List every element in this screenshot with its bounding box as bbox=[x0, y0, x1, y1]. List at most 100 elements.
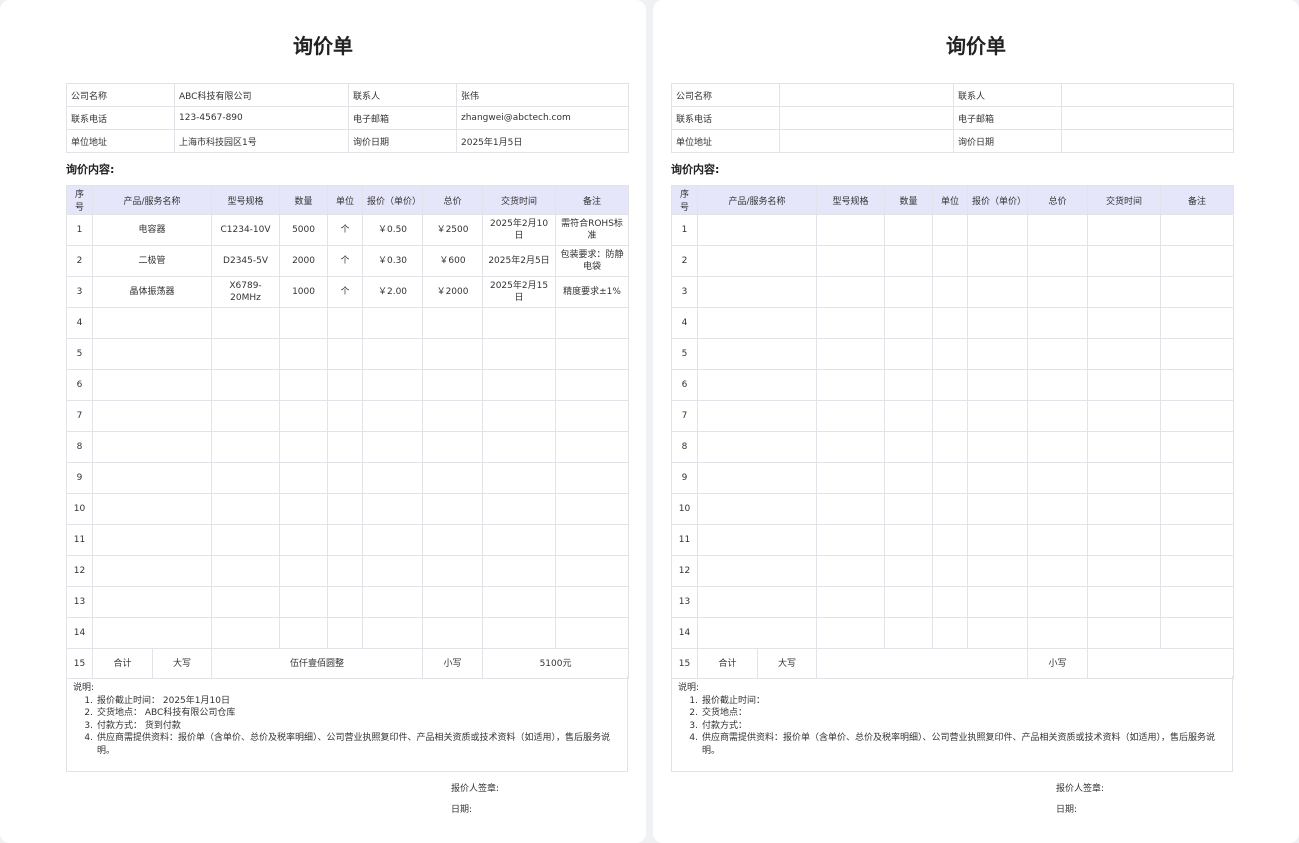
email-value[interactable]: zhangwei@abctech.com bbox=[456, 106, 629, 130]
cell-product[interactable] bbox=[696, 462, 818, 494]
cell-unit[interactable] bbox=[327, 338, 364, 370]
cell-delivery[interactable] bbox=[482, 524, 557, 556]
cell-price[interactable] bbox=[967, 462, 1029, 494]
cell-total[interactable] bbox=[1027, 431, 1089, 463]
cell-product[interactable] bbox=[696, 617, 818, 649]
company-value[interactable] bbox=[779, 83, 954, 107]
cell-remark[interactable] bbox=[555, 400, 630, 432]
cell-total[interactable]: ￥600 bbox=[422, 245, 484, 277]
cell-product[interactable] bbox=[696, 245, 818, 277]
cell-price[interactable] bbox=[362, 524, 424, 556]
cell-product[interactable] bbox=[91, 586, 213, 618]
cell-unit[interactable] bbox=[932, 307, 969, 339]
cell-total[interactable] bbox=[1027, 462, 1089, 494]
cell-model[interactable] bbox=[211, 307, 281, 339]
cell-delivery[interactable] bbox=[482, 493, 557, 525]
cell-product[interactable] bbox=[696, 524, 818, 556]
cell-remark[interactable]: 包装要求：防静电袋 bbox=[555, 245, 630, 277]
cell-remark[interactable] bbox=[1160, 431, 1235, 463]
address-value[interactable] bbox=[779, 129, 954, 153]
cell-price[interactable] bbox=[967, 338, 1029, 370]
cell-price[interactable] bbox=[967, 524, 1029, 556]
cell-unit[interactable] bbox=[932, 400, 969, 432]
cell-delivery[interactable] bbox=[482, 369, 557, 401]
cell-qty[interactable] bbox=[279, 307, 329, 339]
cell-delivery[interactable] bbox=[1087, 431, 1162, 463]
cell-unit[interactable] bbox=[932, 524, 969, 556]
cell-delivery[interactable] bbox=[1087, 524, 1162, 556]
cell-total[interactable] bbox=[422, 617, 484, 649]
cell-product[interactable] bbox=[91, 617, 213, 649]
cell-total[interactable]: ￥2000 bbox=[422, 276, 484, 308]
cell-model[interactable]: X6789-20MHz bbox=[211, 276, 281, 308]
cell-total[interactable] bbox=[1027, 524, 1089, 556]
cell-price[interactable] bbox=[967, 493, 1029, 525]
cell-total[interactable] bbox=[422, 307, 484, 339]
cell-product[interactable] bbox=[696, 338, 818, 370]
cell-delivery[interactable] bbox=[482, 307, 557, 339]
cell-model[interactable] bbox=[816, 307, 886, 339]
cell-product[interactable] bbox=[696, 369, 818, 401]
cell-qty[interactable] bbox=[279, 586, 329, 618]
cell-remark[interactable] bbox=[555, 431, 630, 463]
cell-product[interactable] bbox=[696, 276, 818, 308]
cell-model[interactable] bbox=[816, 276, 886, 308]
cell-remark[interactable] bbox=[1160, 338, 1235, 370]
cell-remark[interactable] bbox=[1160, 276, 1235, 308]
cell-price[interactable] bbox=[362, 400, 424, 432]
cell-qty[interactable] bbox=[884, 400, 934, 432]
cell-model[interactable] bbox=[816, 245, 886, 277]
cell-price[interactable] bbox=[967, 369, 1029, 401]
cell-price[interactable] bbox=[362, 369, 424, 401]
cell-remark[interactable] bbox=[1160, 493, 1235, 525]
email-value[interactable] bbox=[1061, 106, 1234, 130]
cell-price[interactable] bbox=[967, 245, 1029, 277]
cell-qty[interactable] bbox=[279, 493, 329, 525]
cell-qty[interactable] bbox=[884, 431, 934, 463]
cell-qty[interactable] bbox=[884, 524, 934, 556]
cell-delivery[interactable] bbox=[1087, 400, 1162, 432]
cell-qty[interactable] bbox=[279, 431, 329, 463]
cell-unit[interactable] bbox=[932, 462, 969, 494]
cell-qty[interactable] bbox=[279, 462, 329, 494]
cell-unit[interactable] bbox=[327, 493, 364, 525]
cell-remark[interactable] bbox=[1160, 524, 1235, 556]
cell-model[interactable] bbox=[211, 586, 281, 618]
cell-delivery[interactable] bbox=[1087, 617, 1162, 649]
cell-qty[interactable] bbox=[279, 400, 329, 432]
cell-delivery[interactable] bbox=[1087, 369, 1162, 401]
cell-model[interactable] bbox=[816, 493, 886, 525]
cell-price[interactable] bbox=[362, 338, 424, 370]
cell-delivery[interactable] bbox=[482, 431, 557, 463]
cell-unit[interactable]: 个 bbox=[327, 214, 364, 246]
cell-total[interactable]: ￥2500 bbox=[422, 214, 484, 246]
cell-remark[interactable] bbox=[1160, 586, 1235, 618]
cell-delivery[interactable] bbox=[1087, 338, 1162, 370]
cell-qty[interactable]: 5000 bbox=[279, 214, 329, 246]
cell-unit[interactable] bbox=[327, 586, 364, 618]
cell-product[interactable] bbox=[91, 400, 213, 432]
cell-unit[interactable] bbox=[932, 369, 969, 401]
cell-total[interactable] bbox=[422, 493, 484, 525]
cell-product[interactable] bbox=[91, 462, 213, 494]
cell-price[interactable] bbox=[967, 276, 1029, 308]
cell-unit[interactable] bbox=[932, 617, 969, 649]
cell-model[interactable] bbox=[816, 338, 886, 370]
cell-price[interactable] bbox=[362, 493, 424, 525]
date-value[interactable] bbox=[1061, 129, 1234, 153]
cell-delivery[interactable] bbox=[482, 555, 557, 587]
cell-delivery[interactable] bbox=[1087, 307, 1162, 339]
cell-qty[interactable] bbox=[884, 245, 934, 277]
cell-product[interactable]: 电容器 bbox=[91, 214, 213, 246]
cell-product[interactable]: 二极管 bbox=[91, 245, 213, 277]
cell-unit[interactable] bbox=[932, 431, 969, 463]
cell-model[interactable] bbox=[816, 369, 886, 401]
cell-remark[interactable] bbox=[1160, 555, 1235, 587]
cell-price[interactable] bbox=[362, 586, 424, 618]
cell-remark[interactable] bbox=[1160, 307, 1235, 339]
cell-remark[interactable] bbox=[555, 586, 630, 618]
cell-unit[interactable] bbox=[327, 400, 364, 432]
cell-delivery[interactable] bbox=[1087, 276, 1162, 308]
cell-total[interactable] bbox=[1027, 586, 1089, 618]
cell-model[interactable]: C1234-10V bbox=[211, 214, 281, 246]
